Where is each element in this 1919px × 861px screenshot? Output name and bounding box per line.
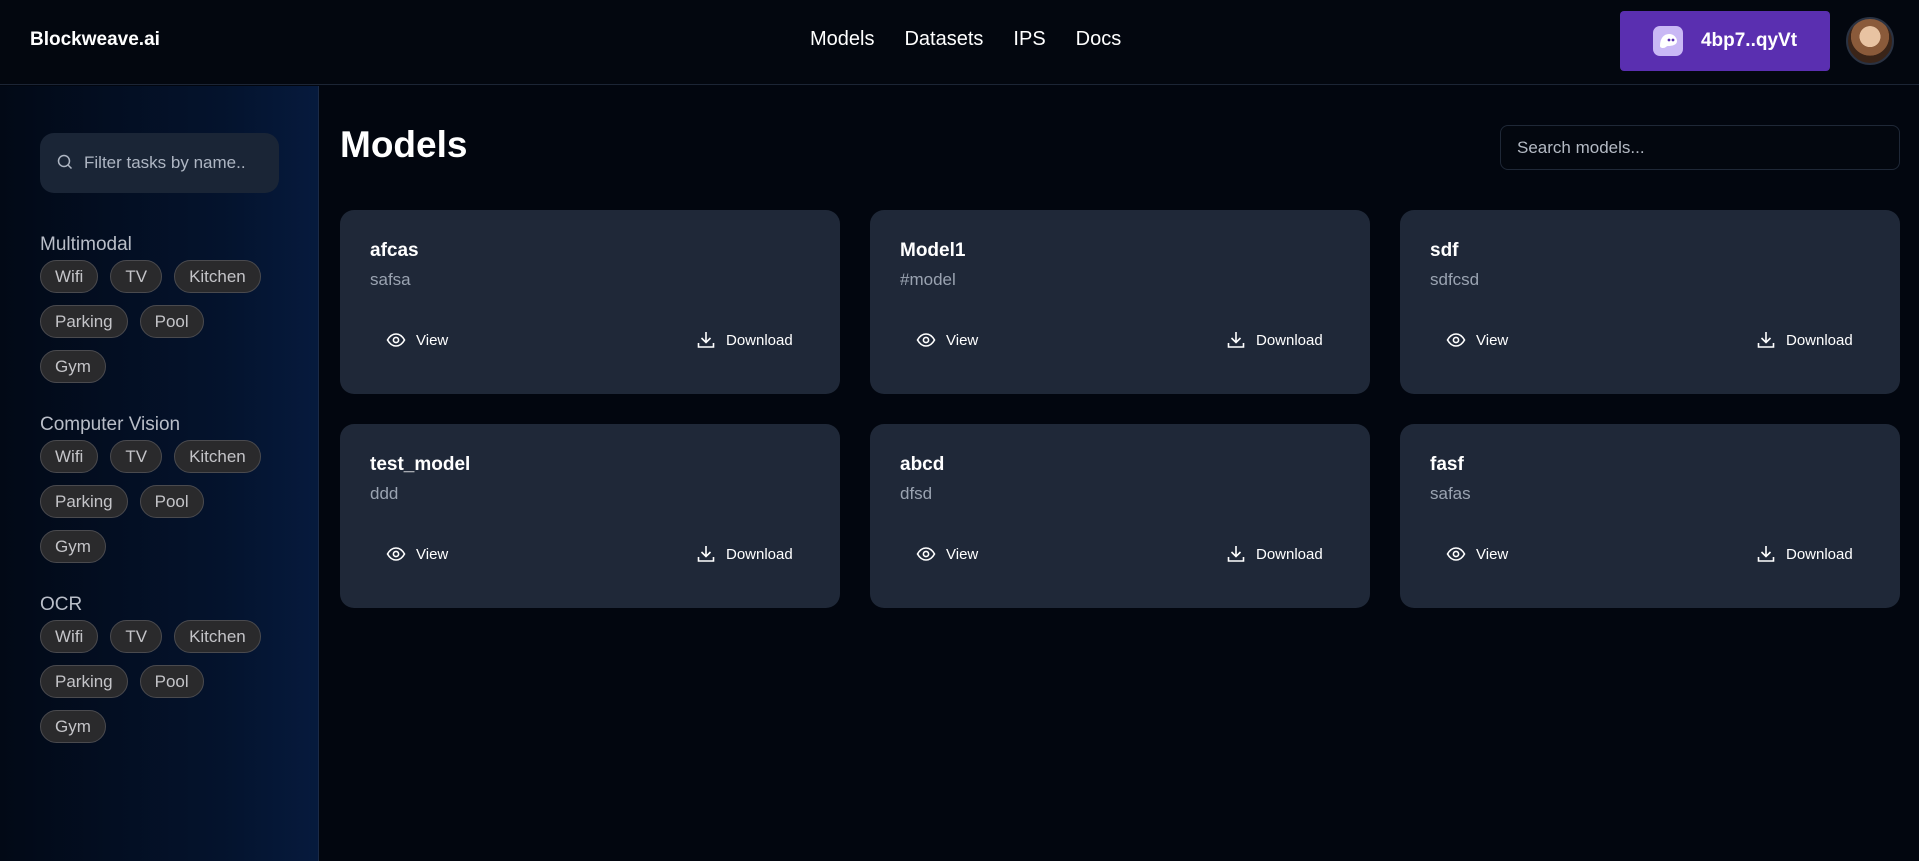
eye-icon [916, 330, 936, 350]
model-name: abcd [900, 454, 945, 475]
download-icon [696, 330, 716, 350]
download-label: Download [1786, 545, 1853, 563]
filter-tasks-input[interactable] [84, 153, 274, 173]
task-section-computer-vision: Computer Vision Wifi TV Kitchen Parking … [40, 414, 290, 563]
view-label: View [1476, 545, 1509, 563]
eye-icon [1446, 330, 1466, 350]
model-name: fasf [1430, 454, 1464, 475]
avatar[interactable] [1846, 17, 1894, 65]
model-description: ddd [370, 484, 399, 503]
filter-tasks-field[interactable] [40, 133, 279, 193]
model-description: safsa [370, 270, 411, 289]
view-button[interactable]: View [1446, 330, 1508, 350]
eye-icon [386, 544, 406, 564]
model-description: #model [900, 270, 956, 289]
download-button[interactable]: Download [1226, 330, 1323, 350]
task-section-ocr: OCR Wifi TV Kitchen Parking Pool Gym [40, 594, 290, 743]
view-label: View [946, 331, 979, 349]
section-title: OCR [40, 594, 83, 615]
view-button[interactable]: View [916, 544, 978, 564]
section-title: Multimodal [40, 234, 132, 255]
download-button[interactable]: Download [696, 544, 793, 564]
view-button[interactable]: View [386, 544, 448, 564]
model-card: Model1 #model View Download [870, 210, 1370, 394]
brand-logo[interactable]: Blockweave.ai [30, 29, 160, 51]
tag-chip[interactable]: Parking [40, 485, 128, 518]
wallet-address: 4bp7..qyVt [1700, 30, 1798, 51]
page-title: Models [340, 124, 468, 165]
tag-list: Wifi TV Kitchen Parking Pool Gym [40, 440, 280, 563]
task-section-multimodal: Multimodal Wifi TV Kitchen Parking Pool … [40, 234, 290, 383]
tag-chip[interactable]: Wifi [40, 620, 99, 653]
tag-chip[interactable]: Parking [40, 665, 128, 698]
model-card: sdf sdfcsd View Download [1400, 210, 1900, 394]
tag-chip[interactable]: Wifi [40, 260, 99, 293]
download-label: Download [726, 331, 793, 349]
nav-datasets[interactable]: Datasets [904, 28, 983, 51]
wallet-button[interactable]: 4bp7..qyVt [1620, 11, 1830, 71]
download-label: Download [1256, 331, 1323, 349]
download-label: Download [1256, 545, 1323, 563]
eye-icon [386, 330, 406, 350]
tag-chip[interactable]: Gym [40, 710, 106, 743]
search-icon [56, 153, 76, 173]
view-label: View [946, 545, 979, 563]
download-button[interactable]: Download [1756, 544, 1853, 564]
download-icon [1226, 330, 1246, 350]
tag-list: Wifi TV Kitchen Parking Pool Gym [40, 620, 280, 743]
tag-chip[interactable]: TV [110, 260, 163, 293]
model-description: safas [1430, 484, 1471, 503]
tag-chip[interactable]: Kitchen [174, 440, 261, 473]
ghost-icon [1652, 26, 1683, 56]
tag-chip[interactable]: TV [110, 440, 163, 473]
tag-chip[interactable]: Parking [40, 305, 128, 338]
view-button[interactable]: View [1446, 544, 1508, 564]
model-card: abcd dfsd View Download [870, 424, 1370, 608]
model-card: fasf safas View Download [1400, 424, 1900, 608]
view-label: View [416, 331, 449, 349]
search-models-input[interactable] [1517, 137, 1887, 158]
view-label: View [1476, 331, 1509, 349]
model-description: dfsd [900, 484, 933, 503]
top-bar: Blockweave.ai Models Datasets IPS Docs 4… [0, 0, 1919, 85]
download-button[interactable]: Download [696, 330, 793, 350]
view-button[interactable]: View [916, 330, 978, 350]
sidebar: Multimodal Wifi TV Kitchen Parking Pool … [0, 86, 319, 861]
model-card: afcas safsa View Download [340, 210, 840, 394]
download-icon [1226, 544, 1246, 564]
view-button[interactable]: View [386, 330, 448, 350]
download-button[interactable]: Download [1756, 330, 1853, 350]
download-icon [1756, 544, 1776, 564]
tag-chip[interactable]: Wifi [40, 440, 99, 473]
tag-chip[interactable]: Gym [40, 350, 106, 383]
download-icon [1756, 330, 1776, 350]
download-label: Download [726, 545, 793, 563]
model-name: test_model [370, 454, 471, 475]
view-label: View [416, 545, 449, 563]
tag-chip[interactable]: Kitchen [174, 260, 261, 293]
nav-models[interactable]: Models [810, 28, 874, 51]
tag-chip[interactable]: TV [110, 620, 163, 653]
tag-list: Wifi TV Kitchen Parking Pool Gym [40, 260, 280, 383]
tag-chip[interactable]: Pool [139, 305, 204, 338]
section-title: Computer Vision [40, 414, 181, 435]
tag-chip[interactable]: Pool [139, 665, 204, 698]
model-card: test_model ddd View Download [340, 424, 840, 608]
main-nav: Models Datasets IPS Docs [810, 28, 1121, 51]
download-icon [696, 544, 716, 564]
nav-ips[interactable]: IPS [1013, 28, 1045, 51]
eye-icon [916, 544, 936, 564]
model-name: sdf [1430, 240, 1459, 261]
eye-icon [1446, 544, 1466, 564]
tag-chip[interactable]: Gym [40, 530, 106, 563]
tag-chip[interactable]: Pool [139, 485, 204, 518]
search-models-field[interactable] [1500, 125, 1900, 170]
download-button[interactable]: Download [1226, 544, 1323, 564]
tag-chip[interactable]: Kitchen [174, 620, 261, 653]
nav-docs[interactable]: Docs [1076, 28, 1122, 51]
download-label: Download [1786, 331, 1853, 349]
model-name: Model1 [900, 240, 966, 261]
model-description: sdfcsd [1430, 270, 1480, 289]
model-name: afcas [370, 240, 419, 261]
